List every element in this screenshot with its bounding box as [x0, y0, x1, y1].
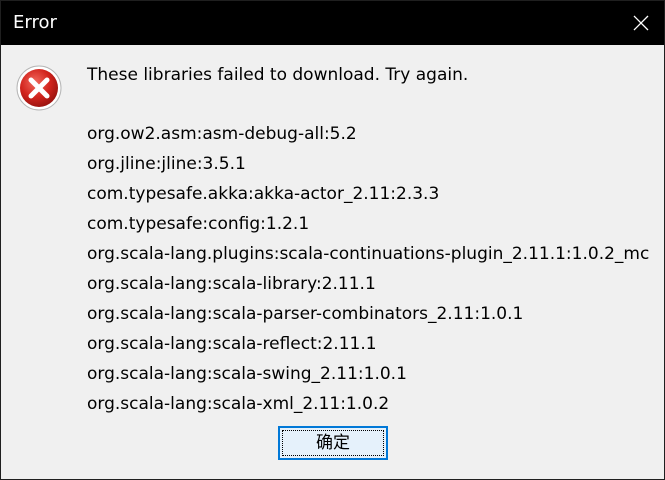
error-dialog: Error These libraries failed to download…	[0, 0, 665, 480]
list-item: org.jline:jline:3.5.1	[87, 154, 246, 174]
error-icon	[15, 64, 63, 112]
close-icon	[633, 15, 649, 31]
list-item: org.scala-lang:scala-library:2.11.1	[87, 274, 376, 294]
window-title: Error	[13, 12, 57, 33]
list-item: org.scala-lang:scala-xml_2.11:1.0.2	[87, 394, 390, 414]
title-bar[interactable]: Error	[1, 1, 664, 45]
list-item: org.scala-lang:scala-swing_2.11:1.0.1	[87, 364, 407, 384]
list-item: org.scala-lang:scala-parser-combinators_…	[87, 304, 524, 324]
error-message: These libraries failed to download. Try …	[87, 65, 469, 85]
failed-libraries-list: org.ow2.asm:asm-debug-all:5.2 org.jline:…	[87, 119, 649, 419]
list-item: org.scala-lang.plugins:scala-continuatio…	[87, 244, 650, 264]
list-item: com.typesafe:config:1.2.1	[87, 214, 310, 234]
list-item: org.ow2.asm:asm-debug-all:5.2	[87, 124, 357, 144]
ok-button[interactable]: 确定	[278, 426, 388, 460]
list-item: com.typesafe.akka:akka-actor_2.11:2.3.3	[87, 184, 440, 204]
dialog-content: These libraries failed to download. Try …	[1, 45, 664, 479]
ok-button-label: 确定	[316, 433, 350, 453]
list-item: org.scala-lang:scala-reflect:2.11.1	[87, 334, 377, 354]
close-button[interactable]	[618, 1, 664, 45]
